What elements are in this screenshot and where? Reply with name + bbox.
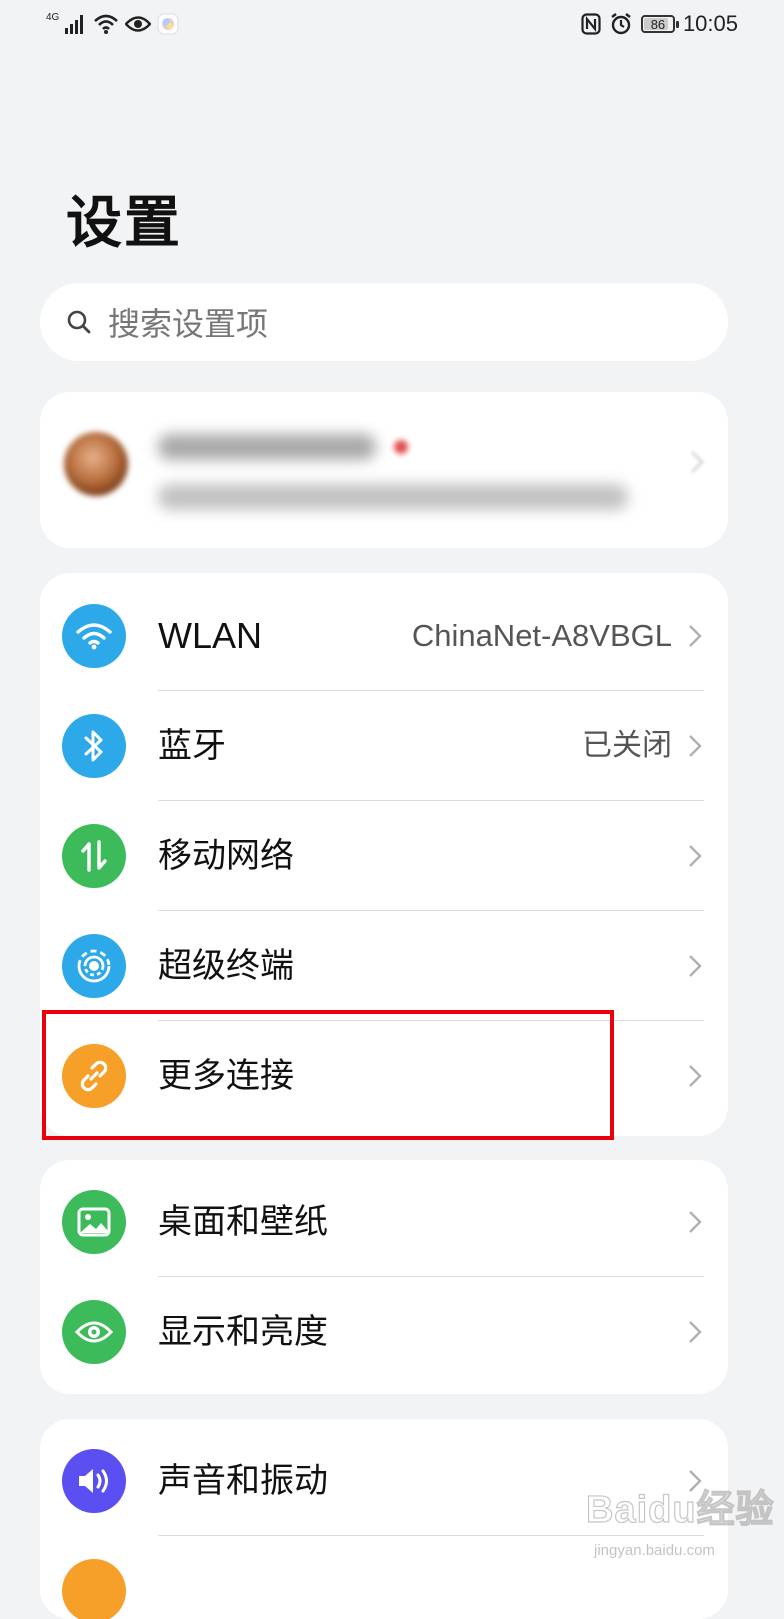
chevron-right-icon	[689, 1321, 702, 1343]
settings-item-value: 已关闭	[582, 728, 672, 763]
search-icon	[67, 310, 91, 334]
account-card[interactable]	[40, 392, 728, 548]
connectivity-card: WLAN ChinaNet-A8VBGL 蓝牙 已关闭 移动网络 超级终端 更多…	[40, 573, 728, 1136]
account-name-blurred	[158, 434, 376, 460]
settings-item-wlan[interactable]: WLAN ChinaNet-A8VBGL	[40, 581, 728, 691]
bluetooth-icon	[84, 730, 103, 762]
settings-item-label: 声音和振动	[158, 1461, 328, 1501]
status-right: 86 10:05	[581, 10, 738, 38]
battery-icon: 86	[640, 15, 679, 33]
wifi-icon	[94, 14, 119, 34]
partial-icon-circle	[62, 1559, 126, 1619]
account-subtitle-blurred	[158, 484, 628, 510]
chevron-right-icon	[691, 451, 704, 473]
battery-percent: 86	[650, 16, 666, 32]
settings-item-label: 超级终端	[158, 946, 294, 986]
chevron-right-icon	[689, 1065, 702, 1087]
network-type: 4G	[46, 11, 60, 23]
bluetooth-icon-circle	[62, 714, 126, 778]
display-icon-circle	[62, 1300, 126, 1364]
settings-item-mobile-network[interactable]: 移动网络	[40, 801, 728, 911]
chevron-right-icon	[689, 845, 702, 867]
alarm-icon	[611, 13, 631, 35]
page-title: 设置	[66, 191, 182, 256]
settings-item-label: 更多连接	[158, 1056, 294, 1096]
watermark-main: Baidu经验	[585, 1488, 775, 1531]
settings-item-label: 蓝牙	[158, 726, 226, 766]
super-device-icon-circle	[62, 934, 126, 998]
sound-icon	[79, 1469, 108, 1493]
eye-icon	[125, 16, 152, 32]
settings-item-display-brightness[interactable]: 显示和亮度	[40, 1277, 728, 1387]
settings-item-label: 显示和亮度	[158, 1312, 328, 1352]
settings-item-label: 移动网络	[158, 836, 294, 876]
wifi-icon	[76, 623, 112, 650]
signal-icon	[65, 15, 84, 34]
search-bar[interactable]: 搜索设置项	[40, 283, 728, 361]
account-badge-blurred	[394, 440, 408, 454]
status-time: 10:05	[682, 11, 738, 36]
settings-item-super-device[interactable]: 超级终端	[40, 911, 728, 1021]
settings-item-bluetooth[interactable]: 蓝牙 已关闭	[40, 691, 728, 801]
wallpaper-icon	[77, 1207, 111, 1237]
status-left: 4G	[46, 10, 179, 38]
link-icon	[80, 1060, 108, 1092]
mobile-data-icon	[81, 840, 107, 872]
sound-icon-circle	[62, 1449, 126, 1513]
wallpaper-icon-circle	[62, 1190, 126, 1254]
nfc-icon	[581, 13, 601, 35]
display-card: 桌面和壁纸 显示和亮度	[40, 1160, 728, 1394]
app-notification-icon	[157, 13, 179, 35]
super-device-icon	[77, 949, 111, 983]
avatar	[64, 432, 128, 496]
link-icon-circle	[62, 1044, 126, 1108]
settings-item-more-connections[interactable]: 更多连接	[40, 1021, 728, 1131]
status-bar: 4G 86 10:05	[0, 0, 784, 50]
search-placeholder: 搜索设置项	[108, 305, 269, 343]
chevron-right-icon	[689, 735, 702, 757]
watermark-sub: jingyan.baidu.com	[594, 1542, 715, 1559]
settings-item-value: ChinaNet-A8VBGL	[411, 618, 672, 653]
chevron-right-icon	[689, 625, 702, 647]
settings-item-label: WLAN	[158, 615, 263, 656]
baidu-watermark: Baidu经验 jingyan.baidu.com	[585, 1478, 776, 1578]
wlan-icon-circle	[62, 604, 126, 668]
chevron-right-icon	[689, 955, 702, 977]
chevron-right-icon	[689, 1211, 702, 1233]
eye-icon	[75, 1321, 113, 1343]
settings-item-label: 桌面和壁纸	[158, 1202, 328, 1242]
settings-item-wallpaper[interactable]: 桌面和壁纸	[40, 1167, 728, 1277]
mobile-data-icon-circle	[62, 824, 126, 888]
